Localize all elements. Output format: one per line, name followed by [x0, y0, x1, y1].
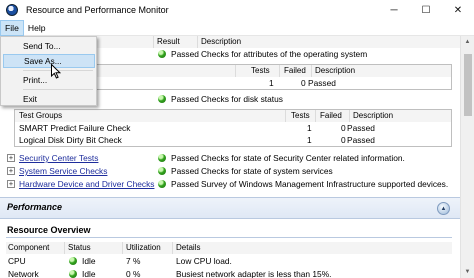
- status-value: Idle: [82, 256, 96, 266]
- hardware-driver-checks-link[interactable]: Hardware Device and Driver Checks: [19, 178, 154, 190]
- details-value: Busiest network adapter is less than 15%…: [176, 269, 332, 278]
- status-column-header: Status: [68, 243, 91, 252]
- utilization-column-header: Utilization: [126, 243, 161, 252]
- file-menu-dropdown: Send To... Save As... Print... Exit: [0, 36, 97, 106]
- description-value: Survey of Windows Management Infrastruct…: [201, 179, 449, 189]
- description-value: Passed: [347, 123, 375, 133]
- result-column-header: Result: [157, 37, 180, 46]
- description-column-header: Description: [353, 111, 394, 120]
- description-column-header: Description: [315, 66, 356, 75]
- idle-status-icon: [69, 270, 77, 278]
- idle-status-icon: [69, 257, 77, 265]
- passed-status-icon: [158, 180, 166, 188]
- details-value: Low CPU load.: [176, 256, 232, 266]
- scroll-up-icon[interactable]: ▲: [461, 36, 474, 48]
- tests-value: 1: [269, 78, 274, 88]
- details-column-header: Details: [176, 243, 201, 252]
- hardware-driver-row: + Hardware Device and Driver Checks Pass…: [0, 178, 460, 190]
- performance-section-header[interactable]: Performance ▲: [0, 197, 460, 219]
- vertical-scrollbar[interactable]: ▲ ▼: [460, 36, 474, 278]
- resource-overview-title: Resource Overview: [7, 225, 91, 235]
- table-row: SMART Predict Failure Check 1 0 Passed: [15, 122, 451, 134]
- system-service-row: + System Service Checks Passed Checks fo…: [0, 165, 460, 177]
- subtable-header-row: Test Groups Tests Failed Description: [15, 110, 451, 122]
- result-value: Passed: [171, 179, 199, 189]
- resource-header-row: Component Status Utilization Details: [6, 242, 452, 254]
- component-column-header: Component: [8, 243, 50, 252]
- utilization-value: 7 %: [126, 256, 141, 266]
- result-value: Passed: [171, 49, 199, 59]
- title-bar: Resource and Performance Monitor ─ ☐ ✕: [0, 0, 474, 20]
- expand-icon[interactable]: +: [7, 167, 15, 175]
- failed-column-header: Failed: [284, 66, 306, 75]
- passed-status-icon: [158, 154, 166, 162]
- disk-tests-subtable: Test Groups Tests Failed Description SMA…: [14, 109, 452, 147]
- failed-column-header: Failed: [320, 111, 342, 120]
- menu-item-exit[interactable]: Exit: [3, 92, 95, 106]
- component-value: CPU: [8, 256, 26, 266]
- failed-value: 0: [341, 135, 346, 145]
- tests-value: 1: [307, 123, 312, 133]
- component-value: Network: [8, 269, 39, 278]
- system-service-checks-link[interactable]: System Service Checks: [19, 165, 107, 177]
- passed-status-icon: [158, 95, 166, 103]
- menu-item-send-to[interactable]: Send To...: [3, 39, 95, 53]
- test-group-name: SMART Predict Failure Check: [19, 123, 131, 133]
- description-value: Checks for disk status: [201, 94, 283, 104]
- menu-item-save-as[interactable]: Save As...: [3, 54, 95, 68]
- close-button[interactable]: ✕: [442, 0, 474, 20]
- test-group-name: Logical Disk Dirty Bit Check: [19, 135, 122, 145]
- description-value: Checks for state of system services: [201, 166, 333, 176]
- description-value: Passed: [308, 78, 336, 88]
- tests-column-header: Tests: [251, 66, 270, 75]
- menu-item-print[interactable]: Print...: [3, 73, 95, 87]
- tests-column-header: Tests: [291, 111, 310, 120]
- table-row: Logical Disk Dirty Bit Check 1 0 Passed: [15, 134, 451, 146]
- failed-value: 0: [341, 123, 346, 133]
- status-value: Idle: [82, 269, 96, 278]
- menu-help[interactable]: Help: [24, 20, 50, 36]
- performance-title: Performance: [7, 202, 63, 212]
- collapse-icon[interactable]: ▲: [437, 202, 450, 215]
- scrollbar-thumb[interactable]: [464, 54, 472, 116]
- description-value: Passed: [347, 135, 375, 145]
- table-row: CPU Idle 7 % Low CPU load.: [6, 255, 452, 267]
- test-groups-column-header: Test Groups: [19, 111, 63, 120]
- expand-icon[interactable]: +: [7, 154, 15, 162]
- result-value: Passed: [171, 153, 199, 163]
- maximize-button[interactable]: ☐: [410, 0, 442, 20]
- passed-status-icon: [158, 167, 166, 175]
- table-row: Network Idle 0 % Busiest network adapter…: [6, 268, 452, 278]
- tests-value: 1: [307, 135, 312, 145]
- description-value: Checks for attributes of the operating s…: [201, 49, 368, 59]
- mouse-cursor-icon: [51, 64, 61, 79]
- menu-file[interactable]: File: [0, 19, 24, 36]
- expand-icon[interactable]: +: [7, 180, 15, 188]
- divider: [6, 237, 452, 238]
- menu-bar: File Help: [0, 19, 474, 36]
- result-value: Passed: [171, 94, 199, 104]
- minimize-button[interactable]: ─: [378, 0, 410, 20]
- security-center-row: + Security Center Tests Passed Checks fo…: [0, 152, 460, 164]
- window-title: Resource and Performance Monitor: [26, 5, 169, 15]
- window-controls: ─ ☐ ✕: [378, 0, 474, 20]
- menu-separator: [23, 89, 93, 90]
- performance-monitor-icon: [6, 4, 18, 16]
- failed-value: 0: [301, 78, 306, 88]
- result-value: Passed: [171, 166, 199, 176]
- passed-status-icon: [158, 50, 166, 58]
- utilization-value: 0 %: [126, 269, 141, 278]
- description-value: Checks for state of Security Center rela…: [201, 153, 405, 163]
- security-center-tests-link[interactable]: Security Center Tests: [19, 152, 98, 164]
- scroll-down-icon[interactable]: ▼: [461, 266, 474, 278]
- description-column-header: Description: [201, 37, 242, 46]
